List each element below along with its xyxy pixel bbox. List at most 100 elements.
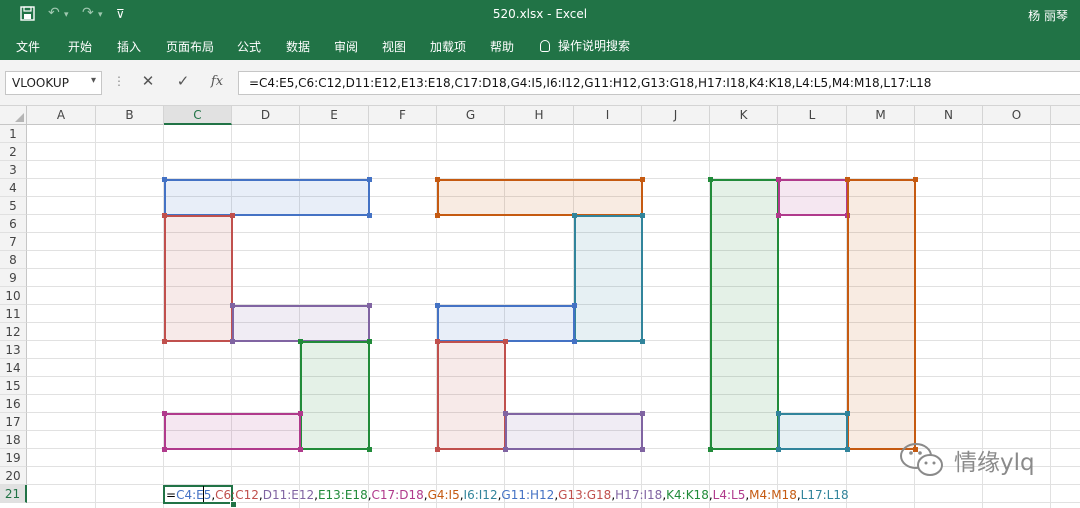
reference-range-d11-e12[interactable] <box>232 305 370 342</box>
row-header-1[interactable]: 1 <box>0 125 27 143</box>
fill-handle[interactable] <box>230 501 237 508</box>
column-header-n[interactable]: N <box>915 106 983 125</box>
column-header-d[interactable]: D <box>232 106 300 125</box>
reference-range-c4-e5[interactable] <box>164 179 370 216</box>
range-resize-handle[interactable] <box>435 303 440 308</box>
range-resize-handle[interactable] <box>435 213 440 218</box>
range-resize-handle[interactable] <box>162 339 167 344</box>
tab-file[interactable]: 文件 <box>16 38 40 55</box>
name-box-dropdown-icon[interactable]: ▾ <box>91 75 96 86</box>
enter-icon[interactable]: ✓ <box>171 72 195 94</box>
range-resize-handle[interactable] <box>845 447 850 452</box>
column-header-j[interactable]: J <box>642 106 710 125</box>
row-header-15[interactable]: 15 <box>0 377 27 395</box>
range-resize-handle[interactable] <box>572 339 577 344</box>
column-header-e[interactable]: E <box>300 106 369 125</box>
range-resize-handle[interactable] <box>298 411 303 416</box>
tab-insert[interactable]: 插入 <box>117 38 141 55</box>
range-resize-handle[interactable] <box>230 213 235 218</box>
row-header-13[interactable]: 13 <box>0 341 27 359</box>
column-header-a[interactable]: A <box>27 106 96 125</box>
reference-range-c6-c12[interactable] <box>164 215 233 342</box>
row-header-10[interactable]: 10 <box>0 287 27 305</box>
row-header-14[interactable]: 14 <box>0 359 27 377</box>
formula-input[interactable]: =C4:E5,C6:C12,D11:E12,E13:E18,C17:D18,G4… <box>238 71 1080 95</box>
insert-function-icon[interactable]: fx <box>205 74 229 96</box>
range-resize-handle[interactable] <box>230 339 235 344</box>
row-header-17[interactable]: 17 <box>0 413 27 431</box>
row-header-9[interactable]: 9 <box>0 269 27 287</box>
row-header-2[interactable]: 2 <box>0 143 27 161</box>
range-resize-handle[interactable] <box>708 447 713 452</box>
reference-range-h17-i18[interactable] <box>505 413 643 450</box>
range-resize-handle[interactable] <box>708 177 713 182</box>
column-header-o[interactable]: O <box>983 106 1051 125</box>
range-resize-handle[interactable] <box>298 447 303 452</box>
range-resize-handle[interactable] <box>503 447 508 452</box>
column-header-i[interactable]: I <box>574 106 642 125</box>
row-header-20[interactable]: 20 <box>0 467 27 485</box>
range-resize-handle[interactable] <box>776 213 781 218</box>
range-resize-handle[interactable] <box>162 177 167 182</box>
reference-range-c17-d18[interactable] <box>164 413 301 450</box>
row-header-3[interactable]: 3 <box>0 161 27 179</box>
range-resize-handle[interactable] <box>367 447 372 452</box>
column-header-g[interactable]: G <box>437 106 505 125</box>
range-resize-handle[interactable] <box>298 339 303 344</box>
tab-home[interactable]: 开始 <box>68 38 92 55</box>
reference-range-g13-g18[interactable] <box>437 341 506 450</box>
range-resize-handle[interactable] <box>640 411 645 416</box>
reference-range-m4-m18[interactable] <box>847 179 916 450</box>
reference-range-i6-i12[interactable] <box>574 215 643 342</box>
reference-range-k4-k18[interactable] <box>710 179 779 450</box>
range-resize-handle[interactable] <box>503 339 508 344</box>
range-resize-handle[interactable] <box>640 447 645 452</box>
tab-data[interactable]: 数据 <box>286 38 310 55</box>
cell-edit-formula[interactable]: =C4:E5,C6:C12,D11:E12,E13:E18,C17:D18,G4… <box>166 488 849 502</box>
row-header-6[interactable]: 6 <box>0 215 27 233</box>
range-resize-handle[interactable] <box>776 177 781 182</box>
range-resize-handle[interactable] <box>435 339 440 344</box>
range-resize-handle[interactable] <box>367 339 372 344</box>
range-resize-handle[interactable] <box>845 411 850 416</box>
row-header-5[interactable]: 5 <box>0 197 27 215</box>
range-resize-handle[interactable] <box>640 177 645 182</box>
column-header-k[interactable]: K <box>710 106 778 125</box>
tab-view[interactable]: 视图 <box>382 38 406 55</box>
column-header-l[interactable]: L <box>778 106 847 125</box>
column-header-f[interactable]: F <box>369 106 437 125</box>
tab-review[interactable]: 审阅 <box>334 38 358 55</box>
tab-help[interactable]: 帮助 <box>490 38 514 55</box>
reference-range-e13-e18[interactable] <box>300 341 370 450</box>
tell-me-search[interactable]: 操作说明搜索 <box>540 37 630 54</box>
column-header-c[interactable]: C <box>164 106 232 125</box>
select-all-button[interactable] <box>0 106 27 125</box>
reference-range-g11-h12[interactable] <box>437 305 575 342</box>
range-resize-handle[interactable] <box>572 213 577 218</box>
range-resize-handle[interactable] <box>503 411 508 416</box>
row-header-11[interactable]: 11 <box>0 305 27 323</box>
row-header-21[interactable]: 21 <box>0 485 27 503</box>
range-resize-handle[interactable] <box>640 339 645 344</box>
range-resize-handle[interactable] <box>776 447 781 452</box>
range-resize-handle[interactable] <box>367 213 372 218</box>
reference-range-l17-l18[interactable] <box>778 413 848 450</box>
row-header-8[interactable]: 8 <box>0 251 27 269</box>
row-header-4[interactable]: 4 <box>0 179 27 197</box>
reference-range-l4-l5[interactable] <box>778 179 848 216</box>
range-resize-handle[interactable] <box>572 303 577 308</box>
tab-page-layout[interactable]: 页面布局 <box>166 38 214 55</box>
column-header-b[interactable]: B <box>96 106 164 125</box>
range-resize-handle[interactable] <box>162 213 167 218</box>
row-header-16[interactable]: 16 <box>0 395 27 413</box>
range-resize-handle[interactable] <box>640 213 645 218</box>
reference-range-g4-i5[interactable] <box>437 179 643 216</box>
range-resize-handle[interactable] <box>776 411 781 416</box>
column-header-h[interactable]: H <box>505 106 574 125</box>
range-resize-handle[interactable] <box>435 177 440 182</box>
tab-formulas[interactable]: 公式 <box>237 38 261 55</box>
range-resize-handle[interactable] <box>162 411 167 416</box>
range-resize-handle[interactable] <box>913 177 918 182</box>
user-name[interactable]: 杨 丽琴 <box>1028 7 1068 24</box>
range-resize-handle[interactable] <box>845 177 850 182</box>
